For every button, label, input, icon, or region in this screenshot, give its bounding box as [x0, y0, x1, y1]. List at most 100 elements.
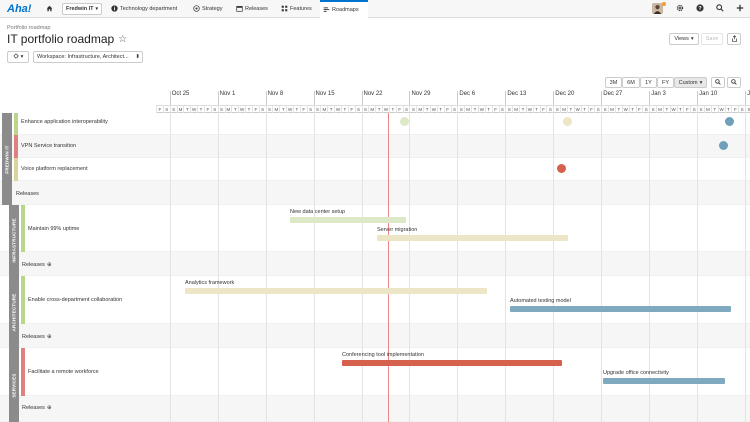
- day-cell: S: [697, 106, 704, 113]
- week-divider: [313, 91, 315, 105]
- lane-label[interactable]: VPN Service transition: [21, 143, 76, 149]
- day-cell: T: [423, 106, 430, 113]
- workspace-filter[interactable]: Workspace: Infrastructure, Architect... …: [33, 51, 143, 63]
- milestone-dot[interactable]: [719, 141, 728, 150]
- lane-label[interactable]: Voice platform replacement: [21, 166, 88, 172]
- releases-label[interactable]: Releases: [16, 191, 39, 197]
- chevron-down-icon: ▾: [690, 36, 694, 42]
- workspace-filter-value: Workspace: Infrastructure, Architect...: [37, 54, 129, 60]
- day-cell: S: [457, 106, 464, 113]
- week-label: Nov 29: [411, 91, 431, 97]
- day-cell: F: [539, 106, 547, 113]
- lane-color-indicator: [14, 135, 18, 158]
- page-title-text: IT portfolio roadmap: [7, 32, 115, 46]
- lane-label[interactable]: Maintain 99% uptime: [28, 226, 79, 232]
- tab-technology-department[interactable]: Technology department: [108, 0, 180, 18]
- feature-bar-conferencing-tool[interactable]: [342, 360, 562, 366]
- gear-icon: [676, 4, 684, 14]
- day-cell: T: [532, 106, 540, 113]
- day-cell: T: [724, 106, 732, 113]
- feature-bar-new-data-center[interactable]: [290, 217, 406, 223]
- page-title: IT portfolio roadmap ☆: [7, 32, 127, 46]
- week-divider: [217, 91, 219, 105]
- home-button[interactable]: [43, 0, 56, 18]
- day-cell: S: [642, 106, 649, 113]
- lane-label[interactable]: Facilitate a remote workforce: [28, 369, 99, 375]
- feature-bar-automated-testing[interactable]: [510, 306, 731, 312]
- milestone-dot[interactable]: [400, 117, 409, 126]
- day-cell: S: [313, 106, 321, 113]
- tab-features[interactable]: Features: [278, 0, 315, 18]
- star-icon[interactable]: ☆: [118, 34, 127, 45]
- day-cell: F: [347, 106, 355, 113]
- lane-color-indicator: [14, 113, 18, 135]
- day-cell: S: [546, 106, 553, 113]
- plus-circle-icon: ⊕: [46, 262, 52, 268]
- info-icon: [111, 4, 118, 14]
- settings-button[interactable]: [674, 3, 686, 15]
- releases-toggle[interactable]: Releases ⊕: [22, 262, 52, 268]
- chevron-updown-icon: ⬍: [135, 54, 140, 60]
- add-button[interactable]: [734, 3, 746, 15]
- day-cell: T: [436, 106, 444, 113]
- lane-color-indicator: [21, 348, 25, 396]
- roadmap-icon: [323, 6, 330, 15]
- day-cell: F: [395, 106, 403, 113]
- week-label: Oct 25: [171, 91, 190, 97]
- releases-label: Releases: [22, 405, 45, 411]
- day-cell: F: [156, 106, 163, 113]
- releases-toggle[interactable]: Releases ⊕: [22, 405, 52, 411]
- feature-bar-server-migration[interactable]: [377, 235, 568, 241]
- week-divider: [505, 91, 507, 105]
- search-button[interactable]: [714, 3, 726, 15]
- day-cell: W: [382, 106, 389, 113]
- workspace-selector[interactable]: Fredwin IT ▾: [62, 3, 103, 15]
- share-icon: [731, 34, 738, 44]
- milestone-dot[interactable]: [563, 117, 572, 126]
- breadcrumb[interactable]: Portfolio roadmap: [7, 25, 50, 31]
- milestone-dot[interactable]: [557, 164, 566, 173]
- day-cell: T: [710, 106, 718, 113]
- milestone-dot[interactable]: [725, 117, 734, 126]
- day-cell: F: [299, 106, 307, 113]
- bar-label: Conferencing tool implementation: [342, 352, 424, 358]
- feature-bar-upgrade-connectivity[interactable]: [603, 378, 725, 384]
- day-cell: W: [430, 106, 437, 113]
- week-label: Nov 22: [363, 91, 383, 97]
- week-label: Dec 13: [507, 91, 527, 97]
- aha-logo[interactable]: Aha!: [7, 3, 31, 15]
- tab-releases[interactable]: Releases: [233, 0, 271, 18]
- releases-toggle[interactable]: Releases ⊕: [22, 334, 52, 340]
- day-cell: T: [388, 106, 396, 113]
- lane-label[interactable]: Enhance application interoperability: [21, 119, 108, 125]
- day-cell: W: [286, 106, 293, 113]
- tab-roadmaps[interactable]: Roadmaps: [320, 0, 368, 18]
- day-cell: F: [203, 106, 211, 113]
- help-button[interactable]: ?: [694, 3, 706, 15]
- share-button[interactable]: [727, 33, 741, 45]
- day-cell: W: [190, 106, 197, 113]
- week-label: Dec 27: [603, 91, 623, 97]
- day-cell: S: [690, 106, 697, 113]
- save-button[interactable]: Save: [701, 33, 723, 45]
- week-gridline: [553, 113, 555, 422]
- day-cell: S: [210, 106, 218, 113]
- day-cell: T: [580, 106, 588, 113]
- lane-color-indicator: [21, 276, 25, 324]
- day-cell: M: [608, 106, 615, 113]
- roadmap-settings-button[interactable]: ▾: [7, 51, 29, 63]
- tab-label: Technology department: [120, 6, 178, 12]
- day-cell: M: [368, 106, 375, 113]
- timeline-grid: Oct 25 Nov 1 Nov 8 Nov 15 Nov 22 Nov 29 Dec 6 D…: [156, 73, 750, 422]
- day-cell: T: [197, 106, 204, 113]
- week-label: Jan 3: [651, 91, 666, 97]
- chevron-down-icon: ▾: [20, 54, 24, 60]
- tab-strategy[interactable]: Strategy: [190, 0, 225, 18]
- views-button[interactable]: Views ▾: [669, 33, 699, 45]
- day-cell: S: [738, 106, 745, 113]
- feature-bar-analytics-framework[interactable]: [185, 288, 487, 294]
- lane-label[interactable]: Enable cross-department collaboration: [28, 297, 122, 303]
- day-cell: W: [334, 106, 341, 113]
- week-label: Dec 20: [555, 91, 575, 97]
- bar-label: New data center setup: [290, 209, 346, 215]
